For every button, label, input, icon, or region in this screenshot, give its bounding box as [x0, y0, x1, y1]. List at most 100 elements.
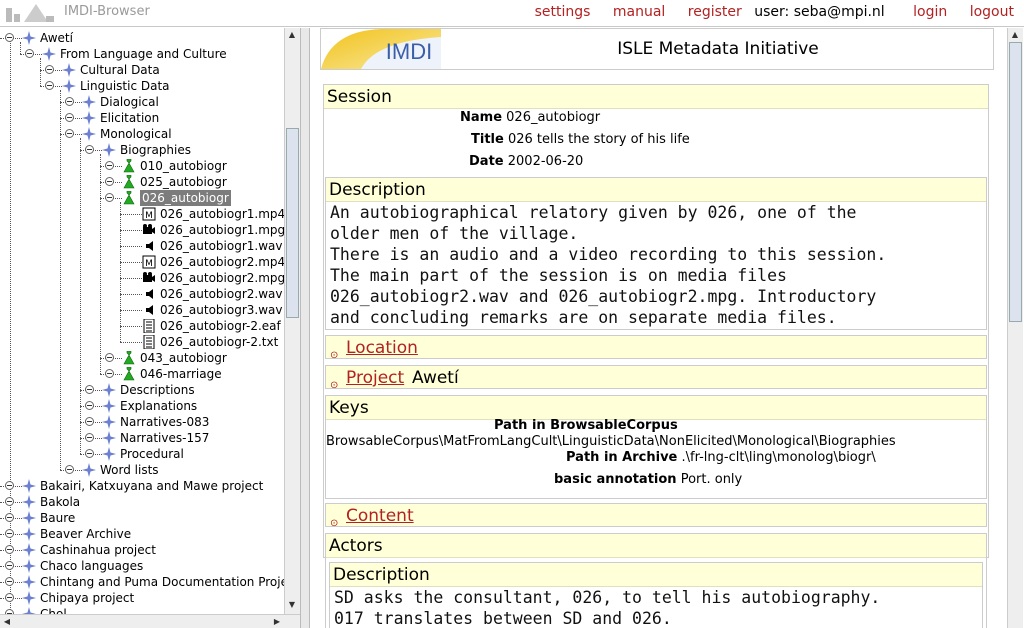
tree-node-label[interactable]: Chintang and Puma Documentation Project — [40, 574, 284, 590]
tree-vertical-scrollbar[interactable]: ▲ ▼ — [284, 28, 300, 614]
tree-toggle-icon[interactable] — [5, 513, 14, 522]
tree-toggle-icon[interactable] — [5, 33, 14, 42]
tree-node-label[interactable]: Bakola — [40, 494, 80, 510]
tree-horizontal-scrollbar[interactable]: ◀ ▶ — [0, 614, 300, 628]
tree-node-label[interactable]: Cashinahua project — [40, 542, 156, 558]
scroll-right-icon[interactable]: ▶ — [270, 615, 284, 628]
tree-node[interactable]: Dialogical — [0, 94, 284, 110]
tree-node[interactable]: Elicitation — [0, 110, 284, 126]
tree-node[interactable]: Cultural Data — [0, 62, 284, 78]
pane-splitter[interactable] — [300, 28, 310, 628]
tree-node-label[interactable]: Narratives-157 — [120, 430, 209, 446]
tree-toggle-icon[interactable] — [105, 353, 114, 362]
tree-node[interactable]: 010_autobiogr — [0, 158, 284, 174]
tree-toggle-icon[interactable] — [5, 577, 14, 586]
tree-node-label[interactable]: Chipaya project — [40, 590, 134, 606]
scroll-down-icon[interactable]: ▼ — [285, 598, 299, 612]
tree-toggle-icon[interactable] — [105, 161, 114, 170]
tree-node-label[interactable]: 026_autobiogr-2.txt — [160, 334, 278, 350]
tree-node-label[interactable]: Monological — [100, 126, 172, 142]
tree-toggle-icon[interactable] — [5, 561, 14, 570]
tree-toggle-icon[interactable] — [105, 177, 114, 186]
tree-node[interactable]: From Language and Culture — [0, 46, 284, 62]
settings-link[interactable]: settings — [535, 4, 591, 20]
tree-toggle-icon[interactable] — [65, 129, 74, 138]
tree-node-label[interactable]: 026_autobiogr1.mpg — [160, 222, 284, 238]
tree-toggle-icon[interactable] — [85, 385, 94, 394]
tree-node[interactable]: Narratives-157 — [0, 430, 284, 446]
content-link[interactable]: Content — [346, 504, 414, 528]
tree-toggle-icon[interactable] — [85, 433, 94, 442]
tree-node-label[interactable]: Chol — [40, 606, 67, 614]
tree-toggle-icon[interactable] — [85, 145, 94, 154]
tree-toggle-icon[interactable] — [85, 401, 94, 410]
tree-node-label[interactable]: 025_autobiogr — [140, 174, 227, 190]
tree-node[interactable]: Baure — [0, 510, 284, 526]
tree-node[interactable]: 026_autobiogr1.mpg — [0, 222, 284, 238]
tree-node[interactable]: 043_autobiogr — [0, 350, 284, 366]
tree-node-label[interactable]: 026_autobiogr2.mp4 — [160, 254, 284, 270]
tree-node-label[interactable]: 026_autobiogr3.wav — [160, 302, 282, 318]
tree-node-label[interactable]: Procedural — [120, 446, 184, 462]
scroll-up-icon[interactable]: ▲ — [1008, 28, 1022, 42]
location-link[interactable]: Location — [346, 336, 418, 360]
tree-toggle-icon[interactable] — [65, 113, 74, 122]
tree-node[interactable]: Descriptions — [0, 382, 284, 398]
tree-node[interactable]: Chaco languages — [0, 558, 284, 574]
tree-node-label[interactable]: Biographies — [120, 142, 191, 158]
tree-node-label[interactable]: 026_autobiogr1.wav — [160, 238, 282, 254]
tree-node[interactable]: Linguistic Data — [0, 78, 284, 94]
tree-node-label[interactable]: Dialogical — [100, 94, 159, 110]
tree-toggle-icon[interactable] — [5, 529, 14, 538]
tree-node[interactable]: 026_autobiogr2.wav — [0, 286, 284, 302]
tree-node-label[interactable]: 026_autobiogr2.wav — [160, 286, 282, 302]
tree-node-label[interactable]: 010_autobiogr — [140, 158, 227, 174]
tree-node[interactable]: Beaver Archive — [0, 526, 284, 542]
tree-node[interactable]: 046-marriage — [0, 366, 284, 382]
tree-toggle-icon[interactable] — [65, 97, 74, 106]
tree-node[interactable]: Procedural — [0, 446, 284, 462]
tree-toggle-icon[interactable] — [5, 593, 14, 602]
tree-node-label[interactable]: Word lists — [100, 462, 159, 478]
tree-node-label[interactable]: Awetí — [40, 30, 73, 46]
tree-node[interactable]: Cashinahua project — [0, 542, 284, 558]
scroll-up-icon[interactable]: ▲ — [285, 28, 299, 42]
tree-toggle-icon[interactable] — [5, 545, 14, 554]
content-scroll-thumb[interactable] — [1009, 42, 1022, 322]
tree-node-label[interactable]: 026_autobiogr — [140, 190, 231, 206]
tree-node[interactable]: Word lists — [0, 462, 284, 478]
tree-node[interactable]: 026_autobiogr3.wav — [0, 302, 284, 318]
login-link[interactable]: login — [913, 4, 947, 20]
tree-toggle-icon[interactable] — [105, 369, 114, 378]
tree-node[interactable]: Chol — [0, 606, 284, 614]
tree-node-label[interactable]: 046-marriage — [140, 366, 222, 382]
tree-node-label[interactable]: 026_autobiogr1.mp4 — [160, 206, 284, 222]
tree-node[interactable]: Bakairi, Katxuyana and Mawe project — [0, 478, 284, 494]
tree-toggle-icon[interactable] — [105, 193, 114, 202]
tree-node[interactable]: Chipaya project — [0, 590, 284, 606]
tree-node-label[interactable]: 043_autobiogr — [140, 350, 227, 366]
tree-node-label[interactable]: Linguistic Data — [80, 78, 170, 94]
tree-node[interactable]: Biographies — [0, 142, 284, 158]
tree-toggle-icon[interactable] — [5, 497, 14, 506]
scroll-left-icon[interactable]: ◀ — [0, 615, 14, 628]
tree-node-label[interactable]: Baure — [40, 510, 75, 526]
tree-node-label[interactable]: Bakairi, Katxuyana and Mawe project — [40, 478, 263, 494]
tree-node[interactable]: 026_autobiogr1.wav — [0, 238, 284, 254]
manual-link[interactable]: manual — [613, 4, 665, 20]
tree-node-label[interactable]: 026_autobiogr-2.eaf — [160, 318, 281, 334]
project-link[interactable]: Project — [346, 366, 404, 390]
tree-node-label[interactable]: From Language and Culture — [60, 46, 227, 62]
tree-node[interactable]: 026_autobiogr-2.eaf — [0, 318, 284, 334]
tree-node-label[interactable]: 026_autobiogr2.mpg — [160, 270, 284, 286]
tree-toggle-icon[interactable] — [85, 417, 94, 426]
tree-node[interactable]: Monological — [0, 126, 284, 142]
tree-scroll-thumb[interactable] — [286, 128, 299, 318]
tree-node[interactable]: Narratives-083 — [0, 414, 284, 430]
tree-node-label[interactable]: Explanations — [120, 398, 197, 414]
tree-node[interactable]: Awetí — [0, 30, 284, 46]
content-vertical-scrollbar[interactable]: ▲ — [1007, 28, 1023, 628]
tree-node[interactable]: M 026_autobiogr2.mp4 — [0, 254, 284, 270]
tree-node[interactable]: 026_autobiogr — [0, 190, 284, 206]
tree-node-label[interactable]: Beaver Archive — [40, 526, 131, 542]
